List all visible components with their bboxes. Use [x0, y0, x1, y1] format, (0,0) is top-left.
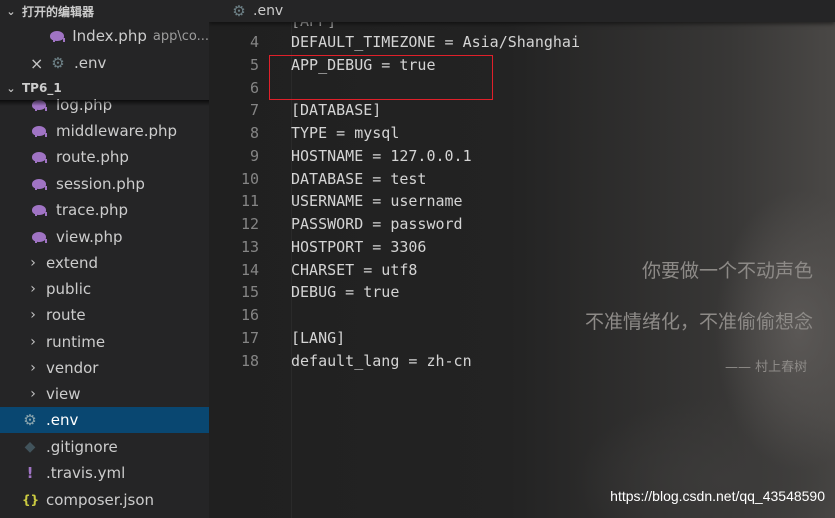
- code-line[interactable]: PASSWORD = password: [291, 215, 463, 233]
- tree-folder-route[interactable]: › route: [0, 302, 209, 328]
- gear-icon: ⚙: [232, 2, 246, 20]
- open-editor-name: .env: [74, 54, 107, 72]
- chevron-right-icon: ›: [30, 281, 36, 297]
- line-number: 17: [240, 329, 259, 347]
- tree-item-label: .gitignore: [46, 438, 118, 456]
- code-line[interactable]: TYPE = mysql: [291, 124, 399, 142]
- line-number: 11: [240, 192, 259, 210]
- code-line[interactable]: default_lang = zh-cn: [291, 352, 472, 370]
- open-editor-index[interactable]: Index.php app\co...: [0, 23, 209, 49]
- line-number: 15: [240, 283, 259, 301]
- tree-item-view-php[interactable]: view.php: [0, 224, 209, 250]
- tree-item-label: middleware.php: [56, 122, 178, 140]
- quote-author: —— 村上春树: [725, 360, 808, 375]
- scroll-shadow: [0, 100, 209, 106]
- tree-item-label: runtime: [46, 333, 106, 351]
- line-number: 10: [240, 170, 259, 188]
- line-number: 12: [240, 215, 259, 233]
- line-number: 13: [240, 238, 259, 256]
- code-line[interactable]: USERNAME = username: [291, 192, 463, 210]
- project-title: TP6_1: [22, 81, 62, 95]
- code-line[interactable]: DATABASE = test: [291, 170, 426, 188]
- gear-icon: ⚙: [51, 54, 65, 72]
- php-file-icon: [32, 178, 48, 190]
- tree-item-label: .env: [46, 411, 79, 429]
- close-icon[interactable]: ×: [30, 54, 44, 73]
- open-editor-path: app\co...: [152, 28, 209, 44]
- tree-folder-runtime[interactable]: › runtime: [0, 329, 209, 355]
- gear-icon: ⚙: [23, 411, 37, 429]
- line-number: 4: [249, 33, 259, 51]
- yaml-icon: !: [26, 464, 34, 482]
- quote-line-2: 不准情绪化，不准偷偷想念: [585, 311, 814, 333]
- open-editors-title: 打开的编辑器: [22, 4, 95, 19]
- tree-item-middleware-php[interactable]: middleware.php: [0, 118, 209, 144]
- tree-folder-extend[interactable]: › extend: [0, 250, 209, 276]
- annotation-highlight-box: [269, 55, 493, 100]
- tree-item-label: trace.php: [56, 201, 129, 219]
- chevron-right-icon: ›: [30, 334, 36, 350]
- breadcrumb-file[interactable]: .env: [253, 3, 283, 19]
- tree-folder-public[interactable]: › public: [0, 276, 209, 302]
- tree-folder-view[interactable]: › view: [0, 381, 209, 407]
- tree-folder-vendor[interactable]: › vendor: [0, 355, 209, 381]
- code-line[interactable]: HOSTNAME = 127.0.0.1: [291, 147, 472, 165]
- line-number: 5: [249, 56, 259, 74]
- tree-item-label: public: [46, 280, 92, 298]
- breadcrumb: ⚙ .env: [209, 0, 835, 22]
- tree-item-env[interactable]: ⚙ .env: [0, 407, 209, 433]
- chevron-right-icon: ›: [30, 360, 36, 376]
- tree-item-trace-php[interactable]: trace.php: [0, 197, 209, 223]
- chevron-down-icon: ⌄: [6, 81, 16, 95]
- open-editor-name: Index.php: [72, 27, 147, 45]
- chevron-right-icon: ›: [30, 255, 36, 271]
- chevron-down-icon: ⌄: [6, 4, 16, 18]
- tree-item-label: session.php: [56, 175, 145, 193]
- line-number: 7: [249, 101, 259, 119]
- tree-item-travis-yml[interactable]: ! .travis.yml: [0, 460, 209, 486]
- line-number: 6: [249, 79, 259, 97]
- project-header[interactable]: ⌄ TP6_1: [0, 77, 209, 99]
- line-number: 9: [249, 147, 259, 165]
- tree-item-label: view: [46, 385, 81, 403]
- json-icon: {}: [22, 493, 40, 507]
- code-line[interactable]: DEBUG = true: [291, 283, 399, 301]
- tree-item-route-php[interactable]: route.php: [0, 144, 209, 170]
- tree-item-label: vendor: [46, 359, 99, 377]
- line-number: 14: [240, 261, 259, 279]
- tree-item-label: .travis.yml: [46, 464, 126, 482]
- line-number: 16: [240, 306, 259, 324]
- code-line[interactable]: DEFAULT_TIMEZONE = Asia/Shanghai: [291, 33, 580, 51]
- chevron-right-icon: ›: [30, 386, 36, 402]
- tree-item-label: composer.json: [46, 491, 155, 509]
- line-number: 18: [240, 352, 259, 370]
- explorer-sidebar: ⌄ 打开的编辑器 Index.php app\co... × ⚙ .env ⌄ …: [0, 0, 209, 518]
- open-editor-env[interactable]: × ⚙ .env: [0, 50, 209, 76]
- php-file-icon: [32, 204, 48, 216]
- code-editor[interactable]: 你要做一个不动声色 不准情绪化，不准偷偷想念 —— 村上春树 [APP] 4 5…: [209, 0, 835, 518]
- quote-line-1: 你要做一个不动声色: [642, 260, 814, 282]
- tree-item-label: route: [46, 306, 86, 324]
- tree-item-label: extend: [46, 254, 98, 272]
- tree-item-label: route.php: [56, 148, 129, 166]
- tree-item-label: view.php: [56, 228, 123, 246]
- code-line[interactable]: [LANG]: [291, 329, 345, 347]
- chevron-right-icon: ›: [30, 307, 36, 323]
- git-icon: ◆: [24, 439, 36, 455]
- tree-item-composer-json[interactable]: {} composer.json: [0, 487, 209, 513]
- tree-item-session-php[interactable]: session.php: [0, 171, 209, 197]
- php-file-icon: [32, 231, 48, 243]
- php-file-icon: [50, 30, 66, 42]
- watermark-url: https://blog.csdn.net/qq_43548590: [610, 488, 825, 504]
- php-file-icon: [32, 151, 48, 163]
- code-line[interactable]: HOSTPORT = 3306: [291, 238, 426, 256]
- open-editors-header[interactable]: ⌄ 打开的编辑器: [0, 0, 209, 22]
- line-number: 8: [249, 124, 259, 142]
- php-file-icon: [32, 125, 48, 137]
- tree-item-gitignore[interactable]: ◆ .gitignore: [0, 434, 209, 460]
- code-line[interactable]: [DATABASE]: [291, 101, 381, 119]
- code-line[interactable]: CHARSET = utf8: [291, 261, 417, 279]
